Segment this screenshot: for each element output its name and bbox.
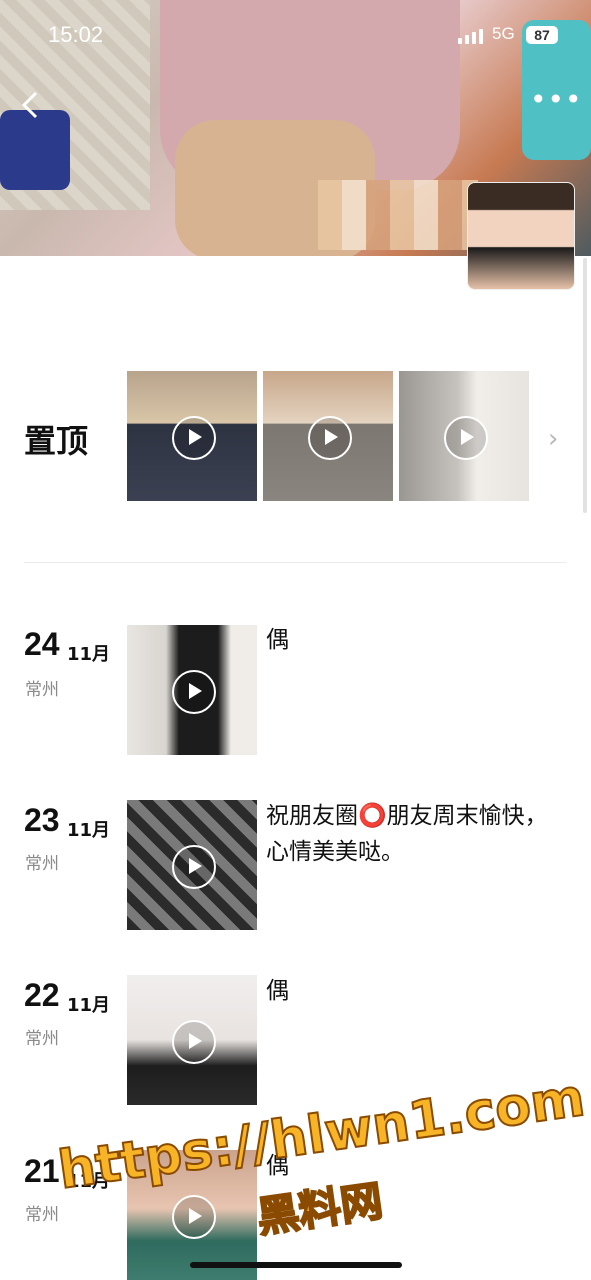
- pinned-video-thumb-2[interactable]: [263, 371, 393, 501]
- post-caption[interactable]: 祝朋友圈⭕朋友周末愉快，心情美美哒。: [266, 798, 556, 870]
- more-button[interactable]: •••: [530, 86, 582, 120]
- post-month: 11月: [67, 820, 111, 841]
- post-month: 11月: [67, 644, 111, 665]
- post-day: 24: [24, 626, 60, 662]
- status-bar: 15:02 5G 87: [0, 22, 591, 54]
- chevron-left-icon: [21, 91, 38, 119]
- cover-mosaic: [318, 180, 478, 250]
- pinned-video-thumb-3[interactable]: [399, 371, 529, 501]
- more-dots-icon: •••: [530, 83, 583, 116]
- play-icon: [172, 416, 216, 460]
- post-day: 23: [24, 802, 60, 838]
- cover-blue-cloth: [0, 110, 70, 190]
- chevron-right-icon[interactable]: ›: [548, 424, 558, 454]
- status-time: 15:02: [48, 22, 104, 47]
- post-day: 22: [24, 977, 60, 1013]
- post-video-thumb[interactable]: [127, 975, 257, 1105]
- section-divider: [24, 562, 567, 563]
- post-video-thumb[interactable]: [127, 800, 257, 930]
- play-icon: [172, 670, 216, 714]
- watermark-brand: 黑料网: [253, 1175, 387, 1243]
- post-caption[interactable]: 偶: [266, 973, 556, 1009]
- home-indicator[interactable]: [190, 1262, 402, 1268]
- back-button[interactable]: [20, 90, 46, 120]
- signal-icon: [458, 28, 484, 44]
- post-month: 11月: [67, 995, 111, 1016]
- pinned-label: 置顶: [24, 422, 89, 460]
- post-location[interactable]: 常州: [25, 1200, 59, 1225]
- post-day: 21: [24, 1153, 60, 1189]
- network-type: 5G: [492, 24, 515, 43]
- play-icon: [444, 416, 488, 460]
- post-location[interactable]: 常州: [25, 675, 59, 700]
- scrollbar[interactable]: [583, 258, 587, 513]
- battery-icon: 87: [526, 26, 558, 44]
- post-video-thumb[interactable]: [127, 625, 257, 755]
- pinned-video-thumb-1[interactable]: [127, 371, 257, 501]
- post-caption[interactable]: 偶: [266, 622, 556, 658]
- play-icon: [172, 845, 216, 889]
- profile-avatar[interactable]: [467, 182, 575, 290]
- post-location[interactable]: 常州: [25, 849, 59, 874]
- play-icon: [308, 416, 352, 460]
- post-location[interactable]: 常州: [25, 1024, 59, 1049]
- play-icon: [172, 1020, 216, 1064]
